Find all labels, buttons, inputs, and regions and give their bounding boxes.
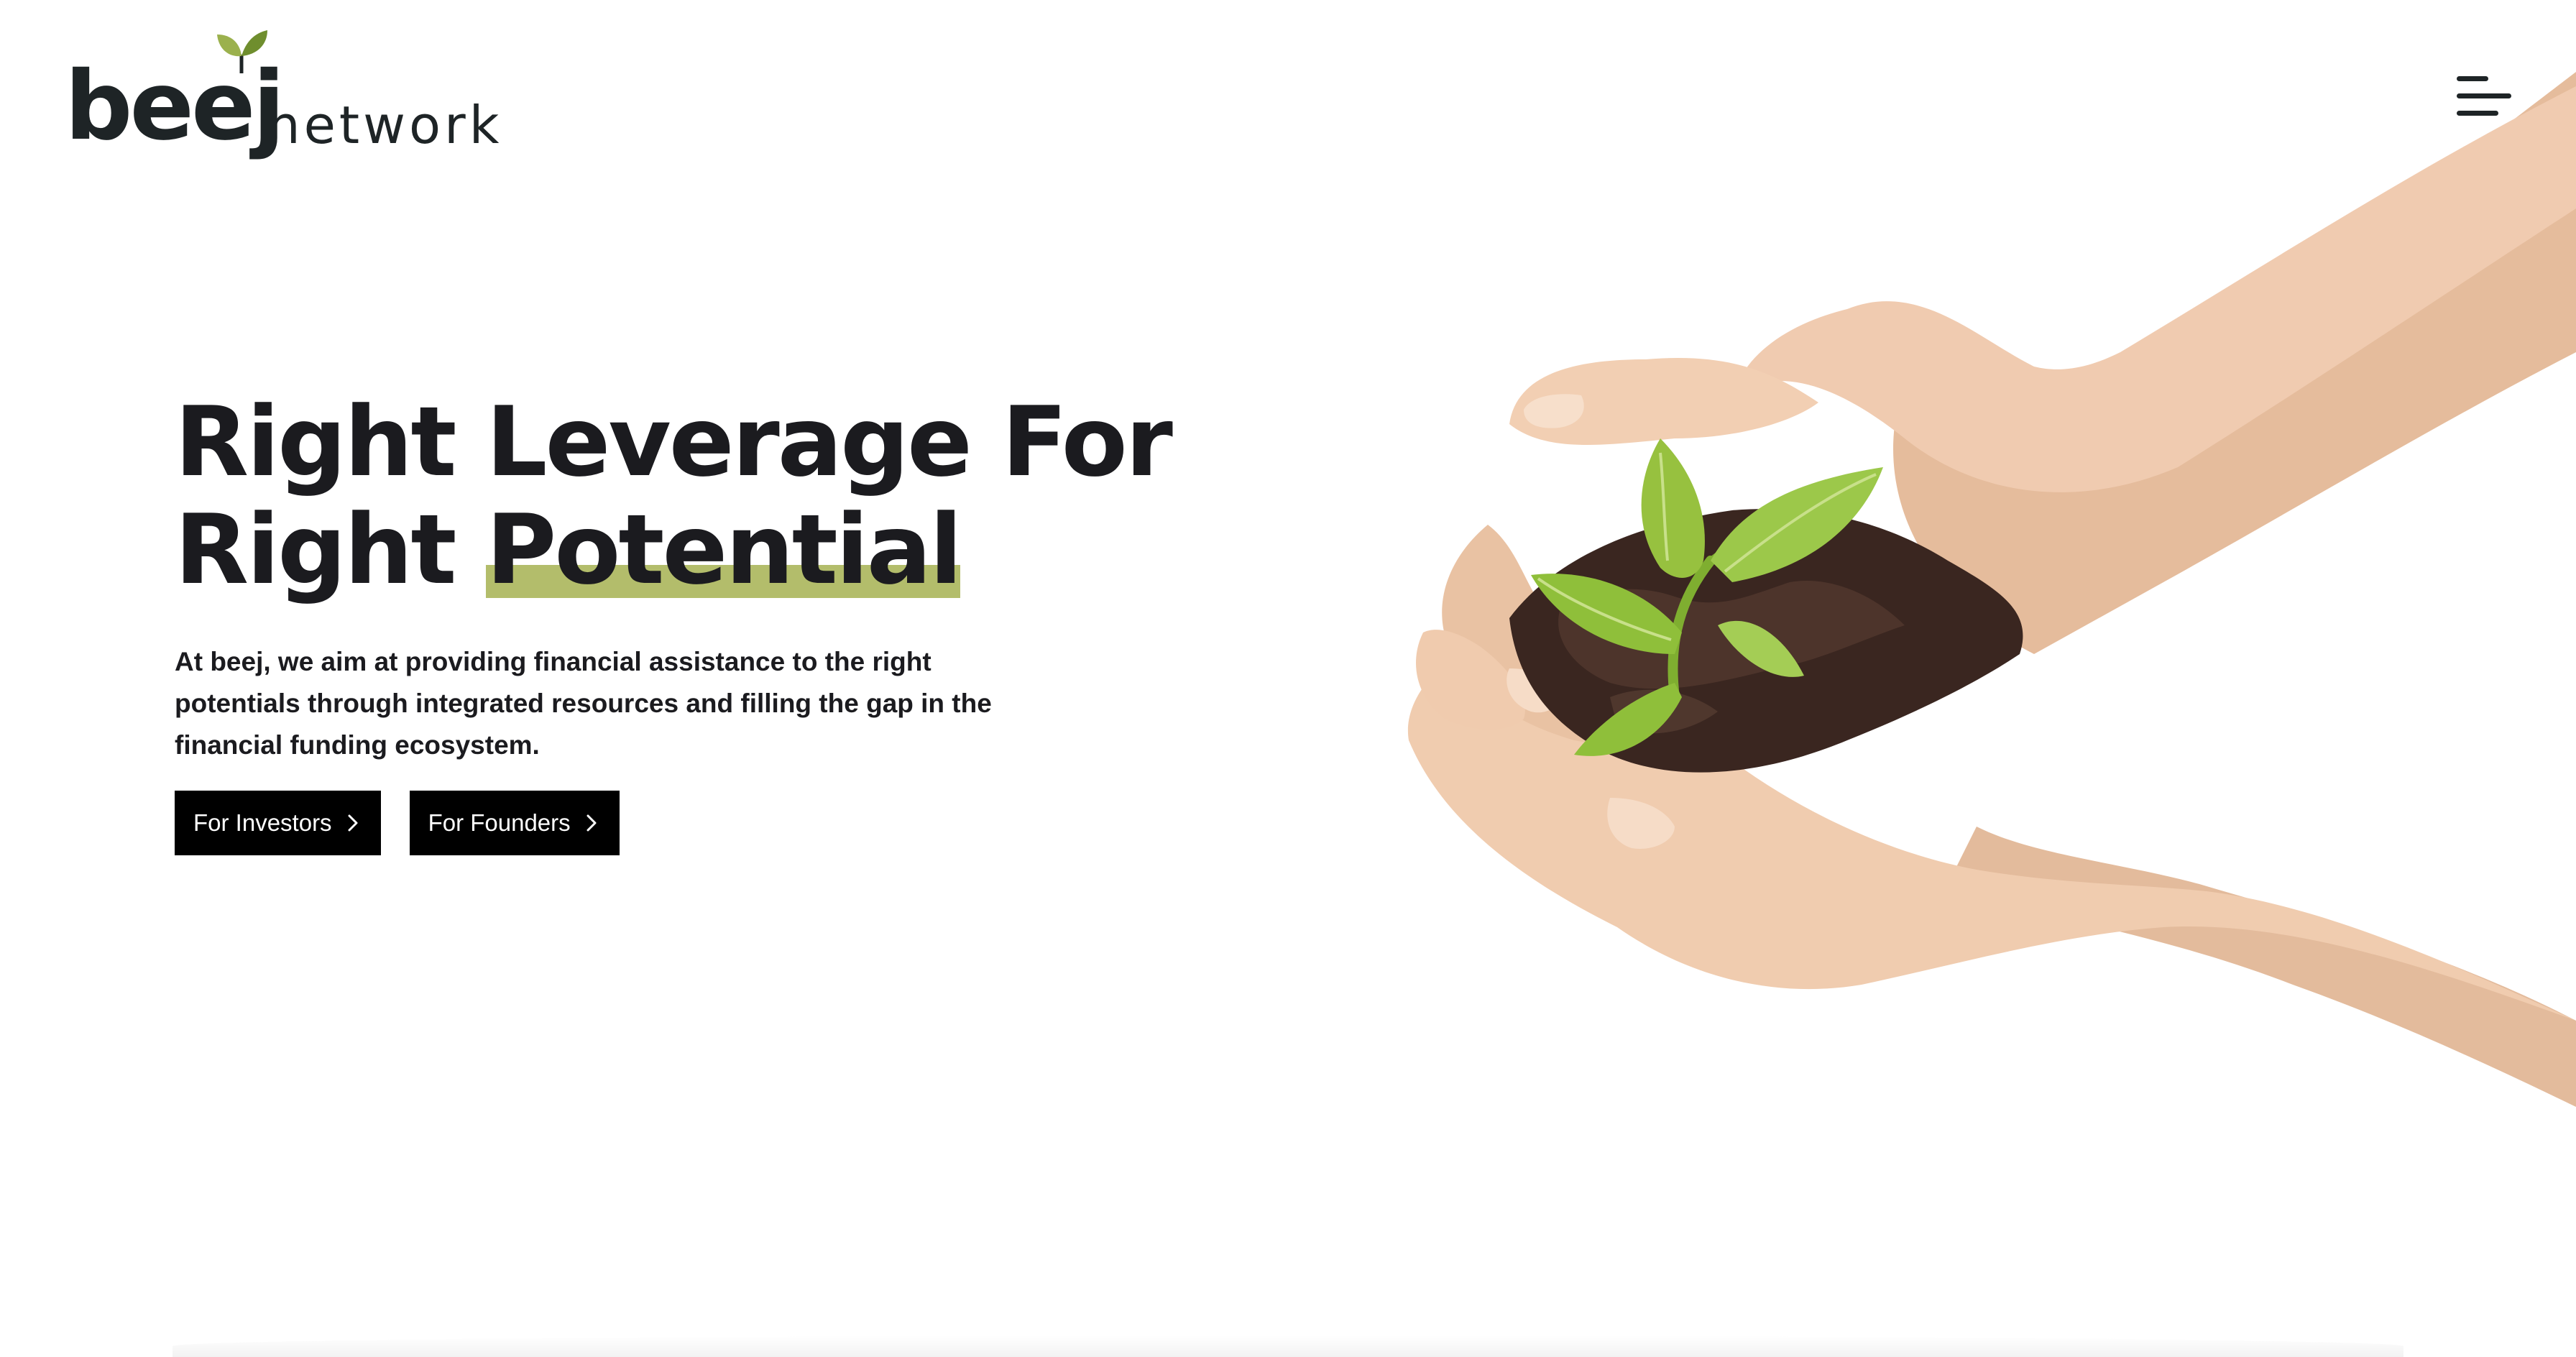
headline-line-2: Right Potential (175, 496, 1080, 604)
hero-headline: Right Leverage For Right Potential (175, 386, 1173, 604)
section-divider-shadow (172, 1335, 2404, 1357)
upper-hand (1732, 86, 2576, 492)
hero-description: At beej, we aim at providing financial a… (175, 647, 992, 760)
for-investors-button[interactable]: For Investors (175, 791, 381, 855)
for-investors-label: For Investors (193, 809, 332, 836)
headline-prefix: Right (175, 494, 456, 606)
headline-line-1: Right Leverage For (175, 386, 1173, 498)
hands-holding-seedling-illustration (1407, 72, 2576, 1107)
chevron-right-icon (348, 814, 358, 832)
headline-highlight: Potential (486, 494, 962, 606)
brand-logo[interactable]: beej network (65, 29, 499, 172)
hero-section: Right Leverage For Right Potential At be… (175, 386, 1173, 855)
for-founders-button[interactable]: For Founders (409, 791, 620, 855)
cta-group: For Investors For Founders (175, 791, 1080, 855)
lower-arm (1948, 827, 2576, 1107)
chevron-right-icon (586, 814, 597, 832)
for-founders-label: For Founders (428, 809, 571, 836)
logo-subtitle: network (267, 95, 503, 155)
logo-wordmark: beej (65, 51, 285, 162)
